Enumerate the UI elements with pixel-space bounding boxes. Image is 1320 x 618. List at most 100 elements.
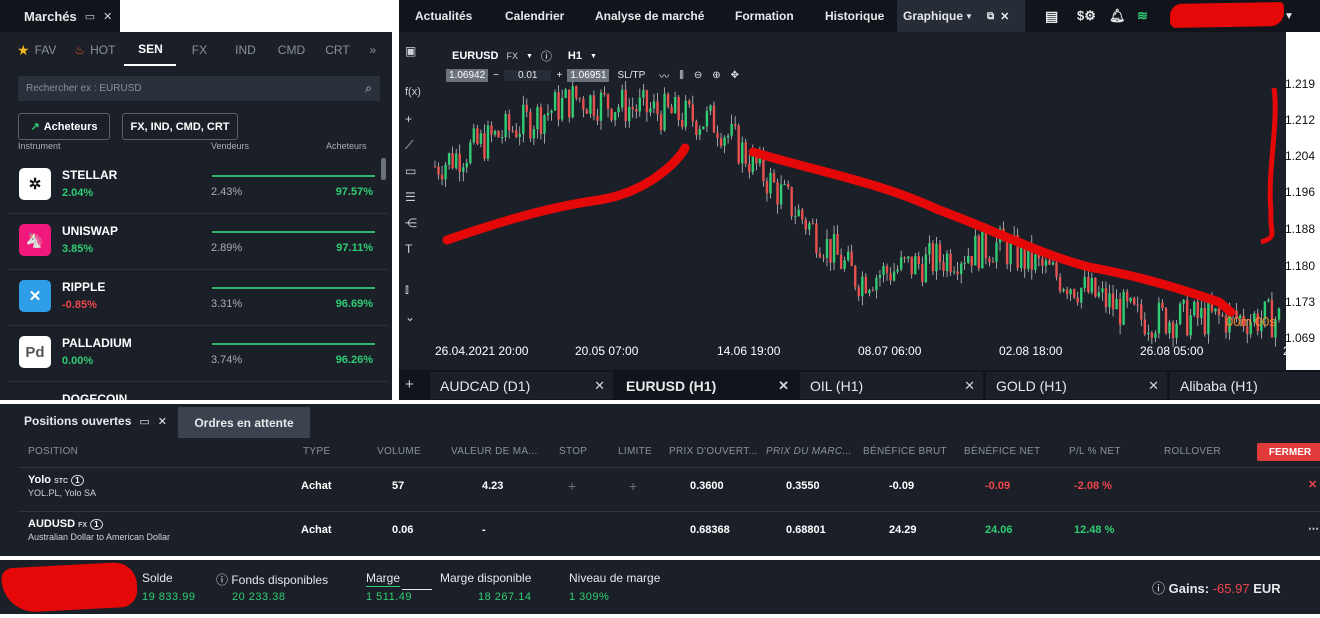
- dollar-settings-icon[interactable]: $⚙: [1077, 0, 1096, 32]
- column-header[interactable]: TYPE: [303, 446, 330, 457]
- candle-body: [1005, 241, 1009, 265]
- column-header[interactable]: PRIX D'OUVERT...: [669, 446, 758, 457]
- close-icon[interactable]: ✕: [594, 378, 605, 394]
- nav-actualites[interactable]: Actualités: [415, 0, 472, 32]
- instrument-row[interactable]: 🦄 UNISWAP 3.85% 2.89% 97.11%: [8, 214, 388, 270]
- info-icon[interactable]: ⓘ: [1152, 581, 1169, 596]
- close-all-button[interactable]: FERMER: [1257, 443, 1320, 461]
- chart-tab[interactable]: OIL (H1) ✕: [800, 372, 983, 399]
- column-header[interactable]: PRIX DU MARC...: [766, 446, 852, 457]
- tab-ind[interactable]: IND: [222, 34, 268, 66]
- layout-icon[interactable]: ▤: [1045, 0, 1058, 32]
- filter-types-button[interactable]: FX, IND, CMD, CRT: [122, 113, 238, 140]
- column-header[interactable]: VALEUR DE MA...: [451, 446, 538, 457]
- rectangle-icon[interactable]: ▭: [405, 164, 416, 178]
- line-chart-icon[interactable]: 〰: [659, 68, 669, 83]
- candle-body: [497, 130, 500, 138]
- fibonacci-icon[interactable]: ☰: [405, 190, 416, 204]
- instrument-row[interactable]: ✕ RIPPLE -0.85% 3.31% 96.69%: [8, 270, 388, 326]
- info-icon[interactable]: ⓘ: [216, 573, 231, 587]
- instrument-name: RIPPLE: [62, 280, 106, 294]
- candle-body: [864, 276, 868, 294]
- crosshair-icon[interactable]: +: [405, 112, 412, 126]
- trendline-icon[interactable]: ⟋: [405, 138, 413, 153]
- tab-fav[interactable]: ★ FAV: [8, 34, 65, 66]
- tab-graphique[interactable]: Graphique ▼ ⧉ ✕: [897, 0, 1025, 32]
- nav-formation[interactable]: Formation: [735, 0, 794, 32]
- chart-tab[interactable]: GOLD (H1) ✕: [986, 372, 1167, 399]
- column-header[interactable]: BÉNÉFICE BRUT: [863, 446, 947, 457]
- sltp-button[interactable]: SL/TP: [617, 70, 645, 81]
- bid-price[interactable]: 1.06942: [446, 69, 489, 82]
- zoom-out-icon[interactable]: ⊖: [694, 70, 702, 81]
- tab-hot[interactable]: ♨ HOT: [65, 34, 124, 66]
- instrument-row[interactable]: Pd PALLADIUM 0.00% 3.74% 96.26%: [8, 326, 388, 382]
- column-header[interactable]: ROLLOVER: [1164, 446, 1221, 457]
- chart-tab[interactable]: AUDCAD (D1) ✕: [430, 372, 613, 399]
- plus-button[interactable]: +: [551, 70, 567, 81]
- column-header[interactable]: LIMITE: [618, 446, 652, 457]
- chart-tab[interactable]: EURUSD (H1) ✕: [616, 372, 797, 399]
- nav-historique[interactable]: Historique: [825, 0, 884, 32]
- search-input[interactable]: Rechercher ex : EURUSD ⌕: [18, 76, 380, 101]
- position-name[interactable]: AUDUSD FX 1: [28, 518, 103, 530]
- maximize-icon[interactable]: ▭: [139, 415, 149, 428]
- more-options-icon[interactable]: ⋯: [1308, 522, 1319, 535]
- column-header[interactable]: POSITION: [28, 446, 78, 457]
- tab-crt[interactable]: CRT: [314, 34, 360, 66]
- account-dropdown-icon[interactable]: ▼: [1284, 0, 1294, 32]
- column-header[interactable]: VOLUME: [377, 446, 421, 457]
- move-icon[interactable]: ✥: [731, 70, 739, 81]
- instrument-row[interactable]: DOGECOIN: [8, 382, 388, 400]
- position-name[interactable]: Yolo STC 1: [28, 474, 84, 486]
- close-icon[interactable]: ✕: [158, 415, 167, 428]
- category-tabs: ★ FAV ♨ HOT SEN FX IND CMD CRT »: [8, 34, 388, 66]
- chevron-down-icon[interactable]: ⌄: [405, 310, 415, 324]
- volume-input[interactable]: 0.01: [504, 70, 552, 81]
- candles-icon[interactable]: ⫾: [405, 282, 409, 297]
- popout-icon[interactable]: ⧉: [987, 11, 994, 22]
- close-position-icon[interactable]: ✕: [1308, 478, 1317, 491]
- filter-buyers-button[interactable]: ↗ Acheteurs: [18, 113, 110, 140]
- add-stop-button[interactable]: +: [568, 478, 576, 494]
- tab-fx[interactable]: FX: [176, 34, 222, 66]
- window-icon[interactable]: ▣: [405, 44, 416, 58]
- tab-sen[interactable]: SEN: [124, 34, 177, 66]
- column-header[interactable]: P/L % NET: [1069, 446, 1121, 457]
- function-icon[interactable]: f(x): [405, 86, 421, 98]
- column-header[interactable]: BÉNÉFICE NET: [964, 446, 1040, 457]
- indicator-icon[interactable]: ⫼: [679, 70, 684, 81]
- nav-analyse[interactable]: Analyse de marché: [595, 0, 704, 32]
- ask-price[interactable]: 1.06951: [567, 69, 610, 82]
- scrollbar[interactable]: [381, 158, 386, 180]
- pitchfork-icon[interactable]: ⋲: [405, 216, 417, 230]
- position-desc: Australian Dollar to American Dollar: [28, 532, 171, 542]
- nav-calendrier[interactable]: Calendrier: [505, 0, 564, 32]
- chevron-down-icon[interactable]: ▼: [526, 53, 533, 60]
- timeframe-select[interactable]: H1: [568, 50, 582, 62]
- candle-body: [1048, 260, 1051, 265]
- maximize-icon[interactable]: ▭: [85, 10, 95, 23]
- column-header[interactable]: STOP: [559, 446, 587, 457]
- instrument-row[interactable]: ✲ STELLAR 2.04% 2.43% 97.57%: [8, 158, 388, 214]
- close-icon[interactable]: ✕: [103, 10, 112, 23]
- tab-cmd[interactable]: CMD: [268, 34, 314, 66]
- tab-ordres-en-attente[interactable]: Ordres en attente: [178, 407, 310, 438]
- chart-symbol[interactable]: EURUSD: [452, 50, 498, 62]
- chart-tab[interactable]: Alibaba (H1): [1170, 372, 1320, 399]
- zoom-in-icon[interactable]: ⊕: [712, 70, 720, 81]
- info-icon[interactable]: ⓘ: [541, 48, 552, 64]
- close-icon[interactable]: ✕: [778, 378, 789, 394]
- bell-icon[interactable]: 🔔︎: [1109, 0, 1126, 32]
- add-chart-icon[interactable]: +: [405, 376, 414, 393]
- candle-body: [659, 114, 663, 131]
- close-icon[interactable]: ✕: [1148, 378, 1159, 394]
- candle-body: [1150, 332, 1154, 338]
- text-icon[interactable]: T: [405, 242, 412, 256]
- tabs-more-icon[interactable]: »: [360, 34, 385, 66]
- tab-positions-ouvertes[interactable]: Positions ouvertes ▭ ✕: [0, 404, 178, 438]
- add-limit-button[interactable]: +: [629, 478, 637, 494]
- minus-button[interactable]: −: [488, 70, 504, 81]
- close-icon[interactable]: ✕: [964, 378, 975, 394]
- close-icon[interactable]: ✕: [1000, 10, 1009, 23]
